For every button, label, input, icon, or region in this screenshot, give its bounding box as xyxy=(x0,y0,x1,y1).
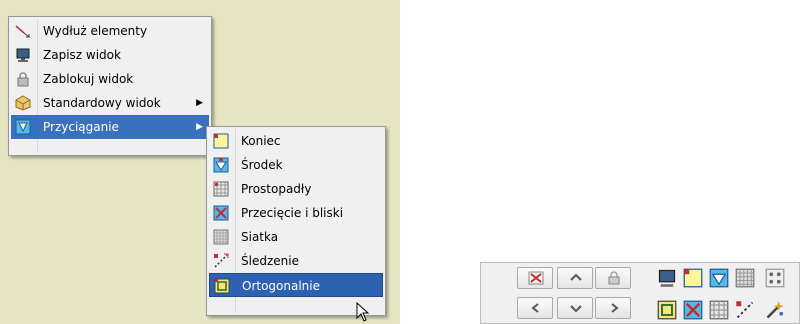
menu-item-label: Zapisz widok xyxy=(43,48,121,62)
menu-item-orthogonal[interactable]: Ortogonalnie xyxy=(209,273,383,297)
menu-item-tracking[interactable]: Śledzenie xyxy=(209,249,383,273)
snap-intersection-icon xyxy=(213,205,229,221)
orthogonal-icon[interactable] xyxy=(657,300,677,320)
menu-item-label: Siatka xyxy=(241,230,279,244)
scroll-up-button[interactable] xyxy=(557,267,593,289)
menu-item-label: Przecięcie i bliski xyxy=(241,206,344,220)
submenu-arrow-icon: ▶ xyxy=(196,98,203,108)
context-menu: Wydłuż elementy Zapisz widok Zablokuj wi… xyxy=(8,16,212,156)
cube-view-icon xyxy=(15,95,31,111)
grid-icon xyxy=(213,229,229,245)
menu-item-standard-view[interactable]: Standardowy widok ▶ xyxy=(11,91,209,115)
snap-end-icon[interactable] xyxy=(683,268,703,288)
menu-item-label: Śledzenie xyxy=(241,254,299,268)
clear-icon xyxy=(528,271,544,285)
menu-item-label: Środek xyxy=(241,158,283,172)
orthogonal-icon xyxy=(214,278,230,294)
clear-snap-button[interactable] xyxy=(517,267,553,289)
mouse-cursor-icon xyxy=(356,302,370,322)
menu-item-lock-view[interactable]: Zablokuj widok xyxy=(11,67,209,91)
dots-grid-icon[interactable] xyxy=(765,268,785,288)
menu-item-label: Przyciąganie xyxy=(43,120,119,134)
menu-item-extend[interactable]: Wydłuż elementy xyxy=(11,19,209,43)
scroll-left-button[interactable] xyxy=(517,297,553,319)
menu-item-label: Prostopadły xyxy=(241,182,312,196)
menu-item-label: Wydłuż elementy xyxy=(43,24,148,38)
snap-end-icon xyxy=(213,133,229,149)
snap-middle-icon[interactable] xyxy=(709,268,729,288)
snap-toolbar xyxy=(480,262,800,324)
menu-item-save-view[interactable]: Zapisz widok xyxy=(11,43,209,67)
tracking-icon xyxy=(213,253,229,269)
snapping-submenu: Koniec Środek Prostopadły Przecięcie i b… xyxy=(206,126,386,316)
menu-item-grid[interactable]: Siatka xyxy=(209,225,383,249)
menu-item-snap-perpendicular[interactable]: Prostopadły xyxy=(209,177,383,201)
snap-icon xyxy=(15,119,31,135)
submenu-arrow-icon: ▶ xyxy=(196,122,203,132)
scroll-down-button[interactable] xyxy=(557,297,593,319)
snap-intersection-icon[interactable] xyxy=(683,300,703,320)
menu-item-snap-end[interactable]: Koniec xyxy=(209,129,383,153)
snap-perpendicular-icon xyxy=(213,181,229,197)
scroll-right-button[interactable] xyxy=(595,297,631,319)
snap-middle-icon xyxy=(213,157,229,173)
tracking-icon[interactable] xyxy=(735,300,755,320)
grid-icon[interactable] xyxy=(735,268,755,288)
menu-item-label: Standardowy widok xyxy=(43,96,161,110)
monitor-icon[interactable] xyxy=(657,268,677,288)
menu-item-snap-middle[interactable]: Środek xyxy=(209,153,383,177)
snap-perpendicular-icon[interactable] xyxy=(709,300,729,320)
lock-icon xyxy=(608,271,620,285)
chevron-double-up-icon xyxy=(570,273,582,281)
lock-button[interactable] xyxy=(595,267,631,289)
extend-icon xyxy=(15,23,31,39)
chevron-right-icon xyxy=(611,303,619,313)
menu-item-snap-intersection[interactable]: Przecięcie i bliski xyxy=(209,201,383,225)
monitor-icon xyxy=(15,47,31,63)
menu-item-label: Koniec xyxy=(241,134,281,148)
menu-item-label: Zablokuj widok xyxy=(43,72,134,86)
chevron-left-icon xyxy=(531,303,539,313)
menu-item-label: Ortogonalnie xyxy=(242,279,320,293)
magic-wand-icon[interactable] xyxy=(765,300,785,320)
chevron-down-icon xyxy=(570,305,582,313)
lock-icon xyxy=(15,71,31,87)
menu-item-snapping[interactable]: Przyciąganie ▶ xyxy=(11,115,209,139)
